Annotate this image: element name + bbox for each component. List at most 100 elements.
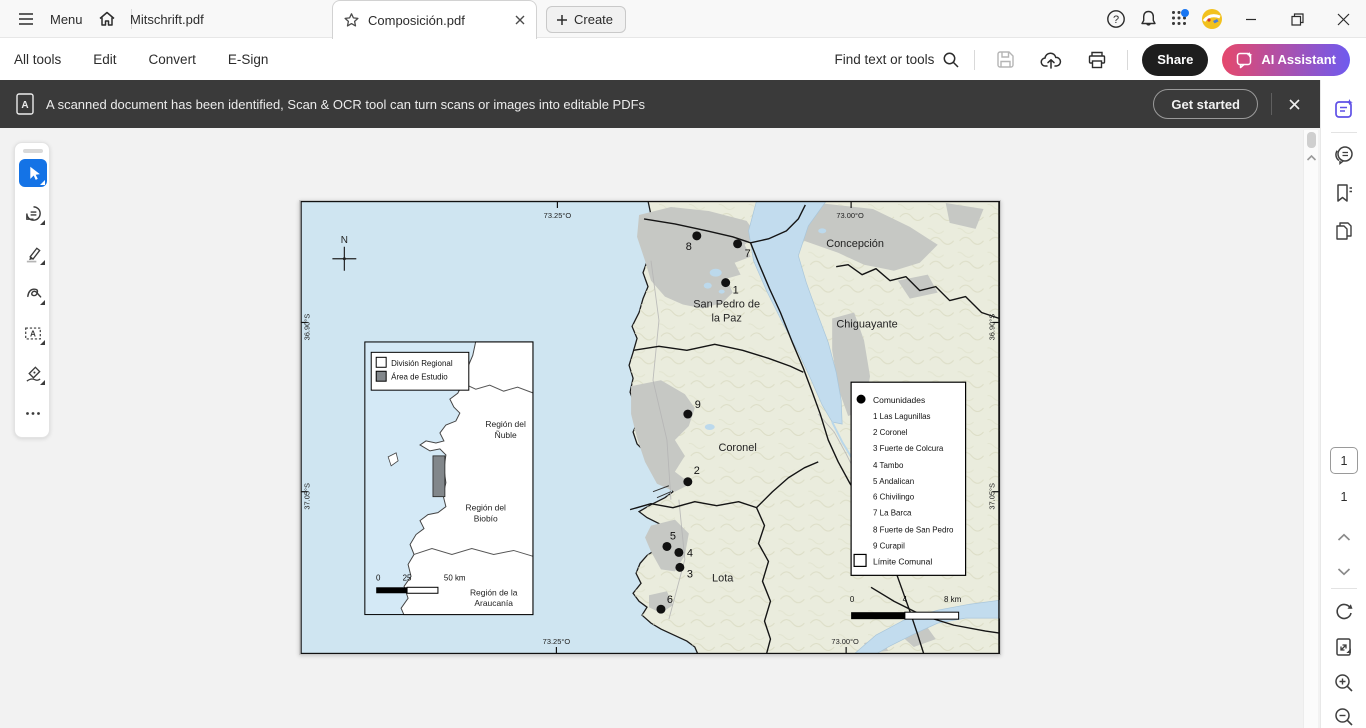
map-legend: Comunidades 1 Las Lagunillas 2 Coronel 3… (851, 382, 965, 575)
region-label: Región del (485, 419, 526, 429)
chevron-down-icon (1337, 567, 1351, 576)
next-page-button[interactable] (1329, 556, 1359, 586)
minimize-icon (1245, 13, 1257, 25)
tab-label: Composición.pdf (368, 13, 506, 28)
edit-menu[interactable]: Edit (93, 52, 116, 67)
zoom-in-button[interactable] (1329, 668, 1359, 698)
point-label: 8 (686, 241, 692, 253)
close-window-button[interactable] (1320, 0, 1366, 38)
point-label: 4 (687, 547, 693, 559)
tab-label: Mitschrift.pdf (130, 12, 204, 27)
page-number-input[interactable]: 1 (1330, 447, 1358, 474)
home-icon (98, 10, 116, 28)
scale-tick: 8 km (944, 595, 962, 604)
tab-composicion[interactable]: Composición.pdf (332, 0, 537, 39)
select-tool-button[interactable] (19, 159, 47, 187)
toolbar-divider (1127, 50, 1128, 70)
minimize-button[interactable] (1228, 0, 1274, 38)
app-switcher-button[interactable] (1164, 3, 1196, 35)
previous-page-button[interactable] (1329, 522, 1359, 552)
chevron-up-icon (1337, 533, 1351, 542)
scroll-up-icon[interactable] (1306, 154, 1317, 162)
profile-avatar[interactable] (1196, 3, 1228, 35)
help-icon: ? (1106, 9, 1126, 29)
esign-menu[interactable]: E-Sign (228, 52, 269, 67)
print-button[interactable] (1081, 44, 1113, 76)
document-canvas[interactable]: 1 2 3 4 5 6 7 8 9 Concepción San Pedro d… (0, 128, 1320, 728)
zoom-in-icon (1333, 672, 1355, 694)
sign-tool-button[interactable] (19, 359, 47, 387)
region-label: Región del (466, 503, 507, 513)
rotate-icon (1333, 600, 1355, 622)
tab-mitschrift[interactable]: Mitschrift.pdf (118, 0, 318, 38)
fit-page-button[interactable] (1329, 632, 1359, 662)
scrollbar-thumb[interactable] (1307, 132, 1316, 148)
point-label: 1 (733, 285, 739, 297)
toolbar: All tools Edit Convert E-Sign Find text … (0, 39, 1366, 80)
find-text-button[interactable]: Find text or tools (835, 51, 961, 69)
help-button[interactable]: ? (1100, 3, 1132, 35)
restore-button[interactable] (1274, 0, 1320, 38)
dropdown-corner-icon (40, 180, 45, 185)
point-label: 7 (745, 248, 751, 260)
ai-assistant-label: AI Assistant (1261, 52, 1336, 67)
create-button[interactable]: Create (546, 6, 626, 33)
restore-icon (1291, 13, 1304, 26)
acrobat-window: Menu Mitschrift.pdf Composición.pdf Crea… (0, 0, 1366, 728)
legend-item: 6 Chivilingo (873, 493, 915, 502)
pages-icon (1333, 220, 1355, 242)
vertical-scrollbar[interactable] (1303, 130, 1318, 728)
bookmarks-panel-button[interactable] (1329, 178, 1359, 208)
notification-divider (1271, 93, 1272, 115)
hamburger-menu-button[interactable] (10, 3, 42, 35)
point-label: 3 (687, 568, 693, 580)
city-label-coronel: Coronel (718, 442, 756, 454)
more-tools-button[interactable] (19, 399, 47, 427)
notifications-button[interactable] (1132, 3, 1164, 35)
city-label-chiguayante: Chiguayante (836, 318, 897, 330)
close-icon (1289, 99, 1300, 110)
comment-tool-button[interactable] (19, 199, 47, 227)
text-select-tool-button[interactable]: A (19, 319, 47, 347)
dropdown-corner-icon (40, 300, 45, 305)
page-thumbnails-button[interactable] (1329, 216, 1359, 246)
legend-item: 5 Andalican (873, 477, 914, 486)
rail-divider (1331, 132, 1357, 133)
ellipsis-icon (25, 411, 41, 416)
bookmark-icon (1333, 182, 1355, 204)
tab-close-icon[interactable] (514, 14, 526, 26)
highlight-tool-button[interactable] (19, 239, 47, 267)
dropdown-corner-icon (40, 380, 45, 385)
favorite-star-icon[interactable] (343, 12, 360, 29)
scanned-doc-icon: A (14, 92, 36, 116)
save-button[interactable] (989, 44, 1021, 76)
menu-label[interactable]: Menu (50, 12, 83, 27)
ai-assistant-button[interactable]: AI Assistant (1222, 44, 1350, 76)
draw-tool-button[interactable] (19, 279, 47, 307)
get-started-button[interactable]: Get started (1153, 89, 1258, 119)
cloud-upload-icon (1040, 50, 1062, 70)
upload-cloud-button[interactable] (1035, 44, 1067, 76)
panel-grab-handle[interactable] (23, 149, 43, 153)
comments-panel-button[interactable] (1329, 140, 1359, 170)
inset-legend: División Regional Área de Estudio (371, 352, 469, 390)
lat-label: 37.05°S (303, 483, 312, 510)
scale-tick: 25 (403, 573, 412, 582)
all-tools-menu[interactable]: All tools (14, 52, 61, 67)
notification-message: A scanned document has been identified, … (46, 97, 645, 112)
right-tool-rail: 1 1 (1320, 80, 1366, 728)
zoom-out-button[interactable] (1329, 702, 1359, 728)
ai-assistant-panel-button[interactable] (1329, 94, 1359, 124)
region-label: Araucanía (474, 598, 513, 608)
convert-menu[interactable]: Convert (149, 52, 196, 67)
rotate-page-button[interactable] (1329, 596, 1359, 626)
notification-close-button[interactable] (1282, 92, 1306, 116)
scan-notification-bar: A A scanned document has been identified… (0, 80, 1320, 128)
share-button[interactable]: Share (1142, 44, 1208, 76)
legend-item: 8 Fuerte de San Pedro (873, 526, 954, 535)
dropdown-corner-icon (40, 260, 45, 265)
inset-legend-item: Área de Estudio (391, 373, 448, 382)
zoom-out-icon (1333, 706, 1355, 728)
pdf-page-map[interactable]: 1 2 3 4 5 6 7 8 9 Concepción San Pedro d… (299, 200, 1001, 655)
page-number-value: 1 (1341, 454, 1348, 468)
